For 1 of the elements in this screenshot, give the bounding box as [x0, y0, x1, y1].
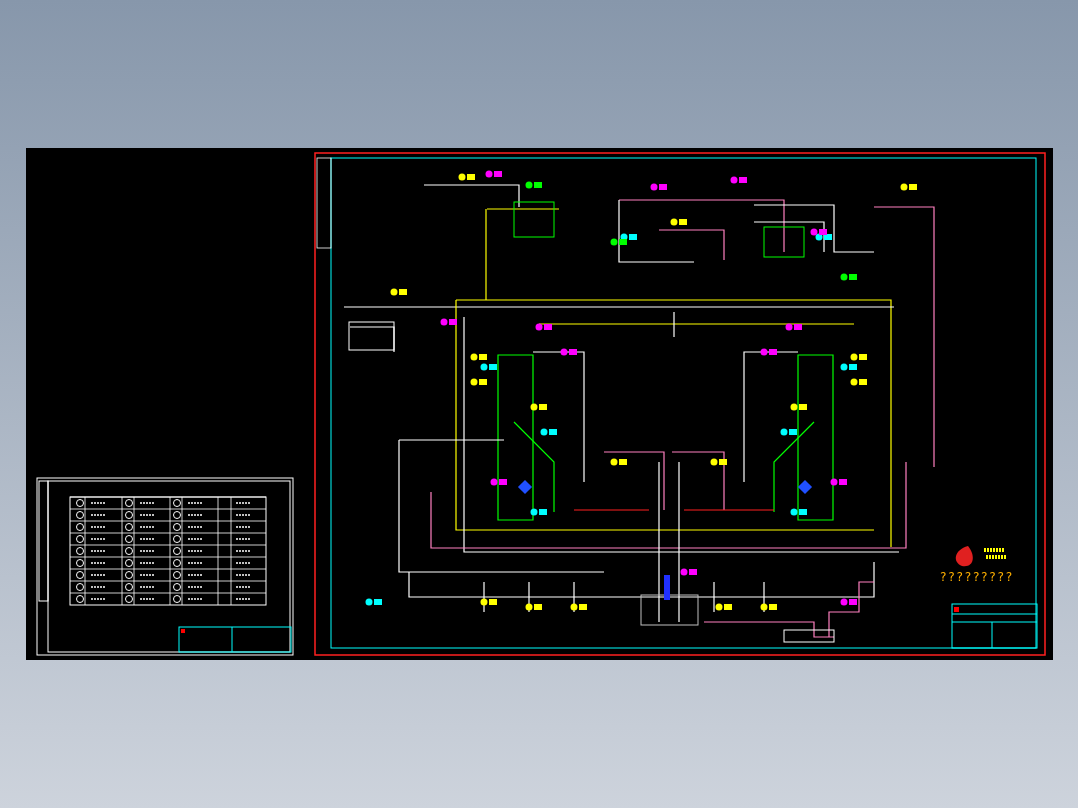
drawing-caption: ????????? [939, 570, 1014, 584]
